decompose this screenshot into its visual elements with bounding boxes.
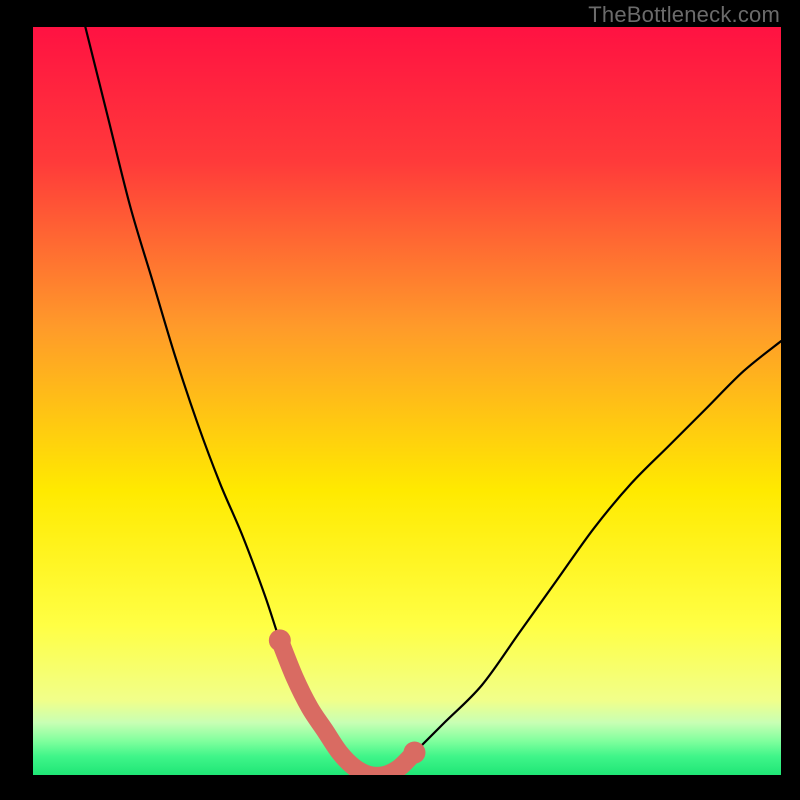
chart-frame: TheBottleneck.com — [0, 0, 800, 800]
plot-area — [33, 27, 781, 775]
highlight-end-dot — [403, 742, 425, 764]
gradient-background — [33, 27, 781, 775]
chart-svg — [33, 27, 781, 775]
highlight-start-dot — [269, 629, 291, 651]
watermark-text: TheBottleneck.com — [588, 2, 780, 28]
